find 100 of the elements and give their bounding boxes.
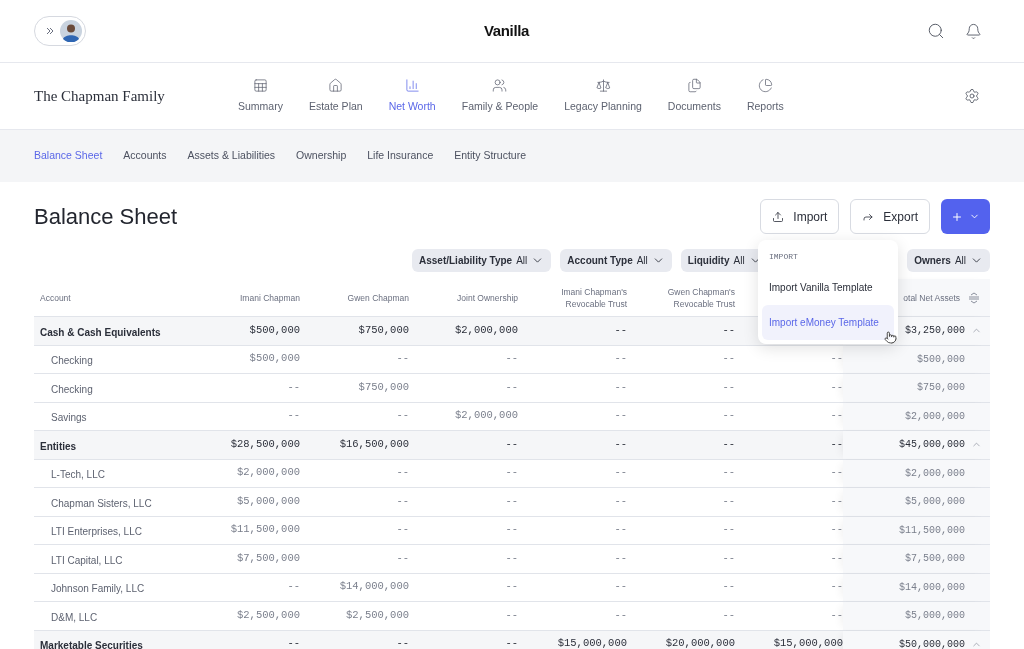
- total-cell-text: $14,000,000: [899, 580, 965, 595]
- total-cell-text: $3,250,000: [905, 324, 965, 339]
- filter-dropdown[interactable]: Owners All: [907, 249, 990, 272]
- table-cell-text: --: [722, 493, 735, 509]
- filter-dropdown[interactable]: Account Type All: [560, 249, 672, 272]
- settings-icon[interactable]: [964, 88, 980, 104]
- account-name: Checking: [51, 355, 93, 367]
- column-header: Imani Chapman's Revocable Trust: [560, 285, 627, 310]
- table-cell-text: --: [830, 465, 843, 481]
- total-cell-text: $11,500,000: [899, 523, 965, 538]
- table-cell-text: --: [287, 379, 300, 395]
- account-name: Marketable Securities: [40, 640, 143, 649]
- table-cell-text: $11,500,000: [230, 522, 300, 538]
- documents-icon: [686, 77, 702, 93]
- brand-logo: Vanilla: [484, 20, 529, 41]
- table-cell-text: $2,500,000: [237, 607, 300, 623]
- subnav-tab[interactable]: Balance Sheet: [34, 148, 103, 164]
- notification-bell-icon[interactable]: [965, 22, 982, 40]
- table-cell-text: $2,500,000: [346, 607, 409, 623]
- nav-tab[interactable]: Reports: [746, 77, 784, 115]
- table-cell-text: --: [614, 465, 627, 481]
- table-cell-text: --: [505, 579, 518, 595]
- sort-icon[interactable]: [968, 291, 980, 304]
- table-cell-text: --: [614, 522, 627, 538]
- people-icon: [492, 77, 508, 93]
- total-cell-text: $5,000,000: [905, 609, 965, 624]
- table-cell-text: $500,000: [249, 351, 300, 367]
- account-name: Checking: [51, 383, 93, 395]
- column-header: Account: [40, 291, 71, 304]
- table-cell-text: $2,000,000: [455, 322, 518, 338]
- nav-tab[interactable]: Estate Plan: [308, 77, 363, 115]
- nav-tab[interactable]: Net Worth: [388, 77, 436, 115]
- subnav-tab[interactable]: Accounts: [123, 148, 167, 164]
- nav-tab[interactable]: Summary: [238, 77, 283, 115]
- nav-tab[interactable]: Documents: [667, 77, 721, 115]
- table-cell: $15,000,000: [557, 636, 627, 649]
- table-cell-text: --: [396, 351, 409, 367]
- table-cell-text: --: [505, 493, 518, 509]
- account-name: L-Tech, LLC: [51, 469, 105, 481]
- subnav-tab[interactable]: Assets & Liabilities: [187, 148, 276, 164]
- table-cell-text: $750,000: [358, 379, 409, 395]
- nav-tab[interactable]: Family & People: [461, 77, 539, 115]
- add-button[interactable]: [941, 199, 990, 234]
- scale-icon: [595, 77, 611, 93]
- table-cell-text: --: [505, 436, 518, 452]
- column-header: Joint Ownership: [457, 291, 518, 304]
- page-title: Balance Sheet: [34, 203, 178, 231]
- upload-icon: [772, 210, 785, 223]
- table-cell-text: --: [287, 408, 300, 424]
- table-cell-text: $2,000,000: [455, 408, 518, 424]
- total-cell-text: $5,000,000: [905, 495, 965, 510]
- table-cell-text: --: [614, 579, 627, 595]
- total-cell-text: $2,000,000: [905, 466, 965, 481]
- house-icon: [328, 77, 344, 93]
- table-cell-text: $28,500,000: [230, 436, 300, 452]
- menu-heading: IMPORT: [768, 251, 799, 263]
- table-cell-text: --: [505, 607, 518, 623]
- table-cell-text: --: [396, 465, 409, 481]
- avatar-icon: [60, 20, 82, 42]
- account-name: Cash & Cash Equivalents: [40, 326, 161, 338]
- column-header: Gwen Chapman: [347, 291, 409, 304]
- table-cell-text: --: [830, 408, 843, 424]
- column-header: Gwen Chapman's Revocable Trust: [666, 285, 735, 310]
- table-cell-text: $5,000,000: [237, 493, 300, 509]
- pie-chart-icon: [757, 77, 773, 93]
- table-cell-text: --: [722, 351, 735, 367]
- total-cell-text: $7,500,000: [905, 552, 965, 567]
- total-cell-text: $2,000,000: [905, 409, 965, 424]
- nav-tab[interactable]: Legacy Planning: [564, 77, 642, 115]
- subnav-tab[interactable]: Entity Structure: [454, 148, 526, 164]
- account-name: Chapman Sisters, LLC: [51, 497, 152, 509]
- table-cell-text: --: [830, 579, 843, 595]
- family-name: The Chapman Family: [34, 86, 166, 106]
- table-cell-text: --: [830, 493, 843, 509]
- table-cell-text: --: [722, 436, 735, 452]
- table-cell-text: $7,500,000: [237, 550, 300, 566]
- table-cell-text: --: [830, 436, 843, 452]
- subnav-tab[interactable]: Ownership: [296, 148, 347, 164]
- table-cell: --: [505, 636, 518, 649]
- filter-dropdown[interactable]: Asset/Liability Type All: [412, 249, 552, 272]
- export-button[interactable]: Export: [850, 199, 930, 234]
- table-cell: $15,000,000: [773, 636, 843, 649]
- table-cell-text: --: [396, 550, 409, 566]
- table-cell-text: --: [614, 436, 627, 452]
- import-button[interactable]: Import: [760, 199, 840, 234]
- table-cell-text: --: [722, 579, 735, 595]
- account-name: Johnson Family, LLC: [51, 583, 145, 595]
- table-cell-text: --: [614, 351, 627, 367]
- table-cell-text: --: [722, 522, 735, 538]
- menu-item[interactable]: Import Vanilla Template: [762, 270, 894, 305]
- table-cell: --: [287, 636, 300, 649]
- table-cell-text: --: [830, 550, 843, 566]
- search-icon[interactable]: [927, 22, 945, 40]
- table-cell-text: --: [505, 379, 518, 395]
- table-cell-text: $500,000: [249, 322, 300, 338]
- table-cell: --: [396, 636, 409, 649]
- subnav-tab[interactable]: Life Insurance: [367, 148, 434, 164]
- menu-item[interactable]: Import eMoney Template: [762, 305, 894, 340]
- table-cell-text: --: [830, 351, 843, 367]
- table-cell-text: --: [830, 607, 843, 623]
